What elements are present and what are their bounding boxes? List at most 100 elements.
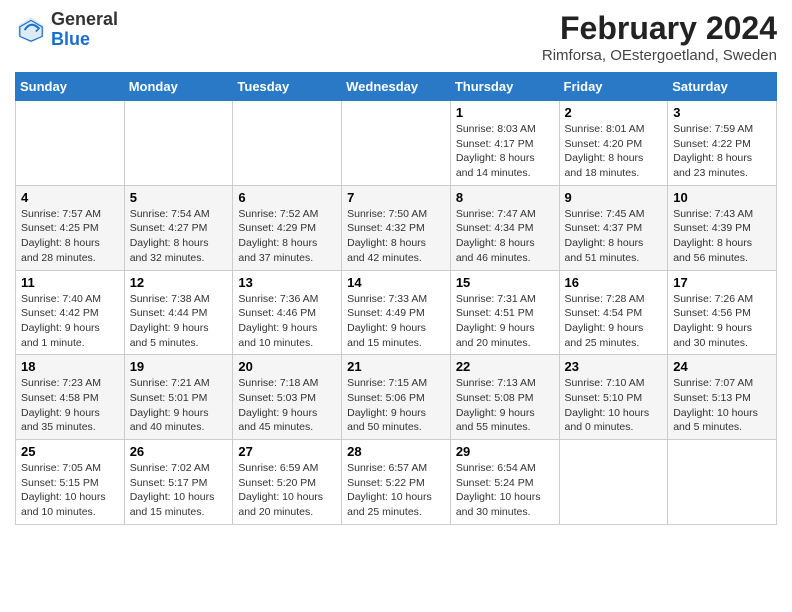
day-number: 12 <box>130 275 228 290</box>
day-info: Sunrise: 7:54 AM Sunset: 4:27 PM Dayligh… <box>130 207 228 266</box>
day-info: Sunrise: 7:15 AM Sunset: 5:06 PM Dayligh… <box>347 376 445 435</box>
calendar-table: SundayMondayTuesdayWednesdayThursdayFrid… <box>15 72 777 525</box>
calendar-cell: 13Sunrise: 7:36 AM Sunset: 4:46 PM Dayli… <box>233 270 342 355</box>
calendar-cell: 19 Sunrise: 7:21 AM Sunset: 5:01 PM Dayli… <box>124 355 233 440</box>
weekday-header-cell: Tuesday <box>233 73 342 101</box>
day-number: 15 <box>456 275 554 290</box>
calendar-cell: 23 Sunrise: 7:10 AM Sunset: 5:10 PM Dayli… <box>559 355 668 440</box>
day-info: Sunrise: 7:43 AM Sunset: 4:39 PM Dayligh… <box>673 207 771 266</box>
calendar-week-row: 4Sunrise: 7:57 AM Sunset: 4:25 PM Daylig… <box>16 185 777 270</box>
day-number: 14 <box>347 275 445 290</box>
calendar-cell: 15 Sunrise: 7:31 AM Sunset: 4:51 PM Dayli… <box>450 270 559 355</box>
calendar-week-row: 1Sunrise: 8:03 AM Sunset: 4:17 PM Daylig… <box>16 101 777 186</box>
logo: General Blue <box>15 10 118 50</box>
calendar-week-row: 18 Sunrise: 7:23 AM Sunset: 4:58 PM Dayli… <box>16 355 777 440</box>
weekday-header-cell: Wednesday <box>342 73 451 101</box>
day-info: Sunrise: 7:18 AM Sunset: 5:03 PM Dayligh… <box>238 376 336 435</box>
calendar-cell: 12 Sunrise: 7:38 AM Sunset: 4:44 PM Dayli… <box>124 270 233 355</box>
day-number: 11 <box>21 275 119 290</box>
day-info: Sunrise: 6:57 AM Sunset: 5:22 PM Dayligh… <box>347 461 445 520</box>
day-number: 20 <box>238 359 336 374</box>
calendar-cell: 14 Sunrise: 7:33 AM Sunset: 4:49 PM Dayli… <box>342 270 451 355</box>
calendar-cell: 2 Sunrise: 8:01 AM Sunset: 4:20 PM Daylig… <box>559 101 668 186</box>
calendar-cell <box>559 440 668 525</box>
weekday-header-cell: Saturday <box>668 73 777 101</box>
day-info: Sunrise: 7:38 AM Sunset: 4:44 PM Dayligh… <box>130 292 228 351</box>
calendar-cell: 16Sunrise: 7:28 AM Sunset: 4:54 PM Dayli… <box>559 270 668 355</box>
calendar-cell <box>124 101 233 186</box>
calendar-cell <box>668 440 777 525</box>
day-info: Sunrise: 7:26 AM Sunset: 4:56 PM Dayligh… <box>673 292 771 351</box>
weekday-header-cell: Friday <box>559 73 668 101</box>
day-info: Sunrise: 7:21 AM Sunset: 5:01 PM Dayligh… <box>130 376 228 435</box>
day-number: 19 <box>130 359 228 374</box>
day-number: 5 <box>130 190 228 205</box>
day-info: Sunrise: 7:13 AM Sunset: 5:08 PM Dayligh… <box>456 376 554 435</box>
day-info: Sunrise: 7:40 AM Sunset: 4:42 PM Dayligh… <box>21 292 119 351</box>
logo-icon <box>15 14 47 46</box>
day-info: Sunrise: 7:05 AM Sunset: 5:15 PM Dayligh… <box>21 461 119 520</box>
calendar-cell: 26 Sunrise: 7:02 AM Sunset: 5:17 PM Dayli… <box>124 440 233 525</box>
day-number: 17 <box>673 275 771 290</box>
calendar-cell: 7Sunrise: 7:50 AM Sunset: 4:32 PM Daylig… <box>342 185 451 270</box>
weekday-header-cell: Sunday <box>16 73 125 101</box>
calendar-cell: 5 Sunrise: 7:54 AM Sunset: 4:27 PM Daylig… <box>124 185 233 270</box>
day-number: 26 <box>130 444 228 459</box>
day-number: 22 <box>456 359 554 374</box>
day-info: Sunrise: 7:07 AM Sunset: 5:13 PM Dayligh… <box>673 376 771 435</box>
calendar-cell: 27 Sunrise: 6:59 AM Sunset: 5:20 PM Dayli… <box>233 440 342 525</box>
calendar-cell: 24 Sunrise: 7:07 AM Sunset: 5:13 PM Dayli… <box>668 355 777 440</box>
calendar-cell: 29Sunrise: 6:54 AM Sunset: 5:24 PM Dayli… <box>450 440 559 525</box>
day-info: Sunrise: 7:10 AM Sunset: 5:10 PM Dayligh… <box>565 376 663 435</box>
day-info: Sunrise: 7:52 AM Sunset: 4:29 PM Dayligh… <box>238 207 336 266</box>
day-info: Sunrise: 6:59 AM Sunset: 5:20 PM Dayligh… <box>238 461 336 520</box>
calendar-body: 1Sunrise: 8:03 AM Sunset: 4:17 PM Daylig… <box>16 101 777 525</box>
day-number: 1 <box>456 105 554 120</box>
day-number: 28 <box>347 444 445 459</box>
day-number: 18 <box>21 359 119 374</box>
header: General Blue February 2024 Rimforsa, OEs… <box>15 10 777 64</box>
calendar-cell: 11 Sunrise: 7:40 AM Sunset: 4:42 PM Dayli… <box>16 270 125 355</box>
calendar-cell: 21 Sunrise: 7:15 AM Sunset: 5:06 PM Dayli… <box>342 355 451 440</box>
day-info: Sunrise: 7:36 AM Sunset: 4:46 PM Dayligh… <box>238 292 336 351</box>
day-number: 21 <box>347 359 445 374</box>
day-number: 24 <box>673 359 771 374</box>
day-info: Sunrise: 7:47 AM Sunset: 4:34 PM Dayligh… <box>456 207 554 266</box>
calendar-cell <box>233 101 342 186</box>
sub-title: Rimforsa, OEstergoetland, Sweden <box>542 47 777 64</box>
day-info: Sunrise: 7:02 AM Sunset: 5:17 PM Dayligh… <box>130 461 228 520</box>
calendar-cell: 4Sunrise: 7:57 AM Sunset: 4:25 PM Daylig… <box>16 185 125 270</box>
calendar-cell <box>342 101 451 186</box>
calendar-week-row: 11 Sunrise: 7:40 AM Sunset: 4:42 PM Dayli… <box>16 270 777 355</box>
calendar-cell: 28 Sunrise: 6:57 AM Sunset: 5:22 PM Dayli… <box>342 440 451 525</box>
day-number: 29 <box>456 444 554 459</box>
calendar-cell: 9Sunrise: 7:45 AM Sunset: 4:37 PM Daylig… <box>559 185 668 270</box>
calendar-cell: 6 Sunrise: 7:52 AM Sunset: 4:29 PM Daylig… <box>233 185 342 270</box>
calendar-cell: 17 Sunrise: 7:26 AM Sunset: 4:56 PM Dayli… <box>668 270 777 355</box>
day-number: 27 <box>238 444 336 459</box>
day-number: 9 <box>565 190 663 205</box>
calendar-cell: 25Sunrise: 7:05 AM Sunset: 5:15 PM Dayli… <box>16 440 125 525</box>
logo-text: General Blue <box>51 10 118 50</box>
calendar-cell: 8Sunrise: 7:47 AM Sunset: 4:34 PM Daylig… <box>450 185 559 270</box>
day-number: 3 <box>673 105 771 120</box>
day-info: Sunrise: 7:59 AM Sunset: 4:22 PM Dayligh… <box>673 122 771 181</box>
day-number: 2 <box>565 105 663 120</box>
calendar-cell <box>16 101 125 186</box>
day-info: Sunrise: 7:57 AM Sunset: 4:25 PM Dayligh… <box>21 207 119 266</box>
weekday-header-cell: Thursday <box>450 73 559 101</box>
calendar-cell: 20 Sunrise: 7:18 AM Sunset: 5:03 PM Dayli… <box>233 355 342 440</box>
calendar-cell: 3 Sunrise: 7:59 AM Sunset: 4:22 PM Daylig… <box>668 101 777 186</box>
day-info: Sunrise: 7:23 AM Sunset: 4:58 PM Dayligh… <box>21 376 119 435</box>
day-info: Sunrise: 7:33 AM Sunset: 4:49 PM Dayligh… <box>347 292 445 351</box>
main-title: February 2024 <box>542 10 777 47</box>
weekday-header-row: SundayMondayTuesdayWednesdayThursdayFrid… <box>16 73 777 101</box>
day-number: 16 <box>565 275 663 290</box>
day-number: 23 <box>565 359 663 374</box>
weekday-header-cell: Monday <box>124 73 233 101</box>
day-number: 6 <box>238 190 336 205</box>
day-info: Sunrise: 7:31 AM Sunset: 4:51 PM Dayligh… <box>456 292 554 351</box>
day-info: Sunrise: 8:01 AM Sunset: 4:20 PM Dayligh… <box>565 122 663 181</box>
day-info: Sunrise: 7:50 AM Sunset: 4:32 PM Dayligh… <box>347 207 445 266</box>
calendar-cell: 18 Sunrise: 7:23 AM Sunset: 4:58 PM Dayli… <box>16 355 125 440</box>
